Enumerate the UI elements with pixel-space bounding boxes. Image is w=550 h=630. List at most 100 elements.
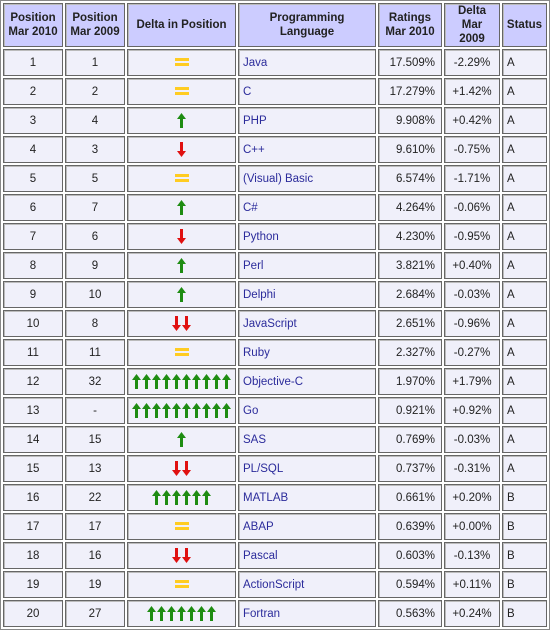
arrow-down-icon xyxy=(182,461,191,476)
arrow-up-icon xyxy=(142,403,151,418)
rating-change: -0.75% xyxy=(444,136,500,163)
position-2010: 19 xyxy=(3,571,63,598)
language-cell: PHP xyxy=(238,107,376,134)
language-link[interactable]: Delphi xyxy=(243,289,276,301)
language-link[interactable]: Ruby xyxy=(243,347,270,359)
arrow-up-icon xyxy=(177,200,186,215)
rating: 0.769% xyxy=(378,426,442,453)
delta-position xyxy=(127,571,236,598)
table-row: 6 7 C# 4.264% -0.06% A xyxy=(3,194,547,221)
arrow-up-icon xyxy=(187,606,196,621)
delta-position xyxy=(127,513,236,540)
delta-position xyxy=(127,252,236,279)
arrow-down-icon xyxy=(172,461,181,476)
header-language: Programming Language xyxy=(238,3,376,47)
position-2009: 22 xyxy=(65,484,125,511)
language-link[interactable]: MATLAB xyxy=(243,492,288,504)
rating-change: +0.42% xyxy=(444,107,500,134)
position-2009: 10 xyxy=(65,281,125,308)
arrow-up-icon xyxy=(162,374,171,389)
position-2010: 18 xyxy=(3,542,63,569)
rating-change: +0.40% xyxy=(444,252,500,279)
position-2009: 7 xyxy=(65,194,125,221)
language-link[interactable]: ActionScript xyxy=(243,579,304,591)
arrow-up-icon xyxy=(202,490,211,505)
language-cell: Perl xyxy=(238,252,376,279)
arrow-up-icon xyxy=(172,403,181,418)
position-2009: 8 xyxy=(65,310,125,337)
language-link[interactable]: C++ xyxy=(243,144,265,156)
language-link[interactable]: JavaScript xyxy=(243,318,297,330)
delta-position xyxy=(127,165,236,192)
language-link[interactable]: Java xyxy=(243,57,267,69)
status: A xyxy=(502,368,547,395)
rating: 2.684% xyxy=(378,281,442,308)
rating-change: -0.27% xyxy=(444,339,500,366)
table-row: 14 15 SAS 0.769% -0.03% A xyxy=(3,426,547,453)
language-link[interactable]: ABAP xyxy=(243,521,274,533)
language-cell: ABAP xyxy=(238,513,376,540)
rating-change: -0.06% xyxy=(444,194,500,221)
position-2009: 32 xyxy=(65,368,125,395)
rating: 6.574% xyxy=(378,165,442,192)
table-row: 16 22 MATLAB 0.661% +0.20% B xyxy=(3,484,547,511)
position-2009: 9 xyxy=(65,252,125,279)
rating-change: -0.03% xyxy=(444,426,500,453)
language-link[interactable]: C# xyxy=(243,202,258,214)
header-status: Status xyxy=(502,3,547,47)
table-row: 8 9 Perl 3.821% +0.40% A xyxy=(3,252,547,279)
position-2010: 6 xyxy=(3,194,63,221)
rating-change: +0.00% xyxy=(444,513,500,540)
status: A xyxy=(502,223,547,250)
position-2010: 13 xyxy=(3,397,63,424)
arrow-up-icon xyxy=(177,287,186,302)
language-link[interactable]: Perl xyxy=(243,260,263,272)
header-row: Position Mar 2010 Position Mar 2009 Delt… xyxy=(3,3,547,47)
language-link[interactable]: Fortran xyxy=(243,608,280,620)
status: A xyxy=(502,339,547,366)
language-link[interactable]: Python xyxy=(243,231,279,243)
delta-position xyxy=(127,107,236,134)
language-link[interactable]: C xyxy=(243,86,251,98)
language-link[interactable]: PL/SQL xyxy=(243,463,283,475)
language-cell: Pascal xyxy=(238,542,376,569)
table-row: 2 2 C 17.279% +1.42% A xyxy=(3,78,547,105)
equal-icon xyxy=(174,580,189,589)
language-link[interactable]: PHP xyxy=(243,115,267,127)
rating: 2.327% xyxy=(378,339,442,366)
table-row: 13- Go 0.921% +0.92% A xyxy=(3,397,547,424)
language-cell: JavaScript xyxy=(238,310,376,337)
delta-position xyxy=(127,281,236,308)
language-cell: C# xyxy=(238,194,376,221)
table-row: 12 32 Objective-C 1.970% +1.79% A xyxy=(3,368,547,395)
table-row: 1 1 Java 17.509% -2.29% A xyxy=(3,49,547,76)
status: A xyxy=(502,194,547,221)
language-link[interactable]: Pascal xyxy=(243,550,278,562)
arrow-up-icon xyxy=(162,403,171,418)
position-2009: 4 xyxy=(65,107,125,134)
delta-position xyxy=(127,368,236,395)
language-link[interactable]: Objective-C xyxy=(243,376,303,388)
rating: 0.921% xyxy=(378,397,442,424)
language-cell: (Visual) Basic xyxy=(238,165,376,192)
delta-indicator xyxy=(177,287,186,302)
position-2009: 19 xyxy=(65,571,125,598)
language-link[interactable]: SAS xyxy=(243,434,266,446)
delta-position xyxy=(127,136,236,163)
position-2009: 11 xyxy=(65,339,125,366)
language-cell: Go xyxy=(238,397,376,424)
arrow-down-icon xyxy=(182,548,191,563)
rating-change: -1.71% xyxy=(444,165,500,192)
equal-icon xyxy=(174,174,189,183)
arrow-up-icon xyxy=(172,374,181,389)
position-2010: 3 xyxy=(3,107,63,134)
table-row: 10 8 JavaScript 2.651% -0.96% A xyxy=(3,310,547,337)
rating-change: -0.13% xyxy=(444,542,500,569)
language-link[interactable]: (Visual) Basic xyxy=(243,173,313,185)
delta-indicator xyxy=(172,548,191,563)
language-cell: C xyxy=(238,78,376,105)
rating: 4.264% xyxy=(378,194,442,221)
language-link[interactable]: Go xyxy=(243,405,258,417)
header-ratings: Ratings Mar 2010 xyxy=(378,3,442,47)
rating: 0.737% xyxy=(378,455,442,482)
